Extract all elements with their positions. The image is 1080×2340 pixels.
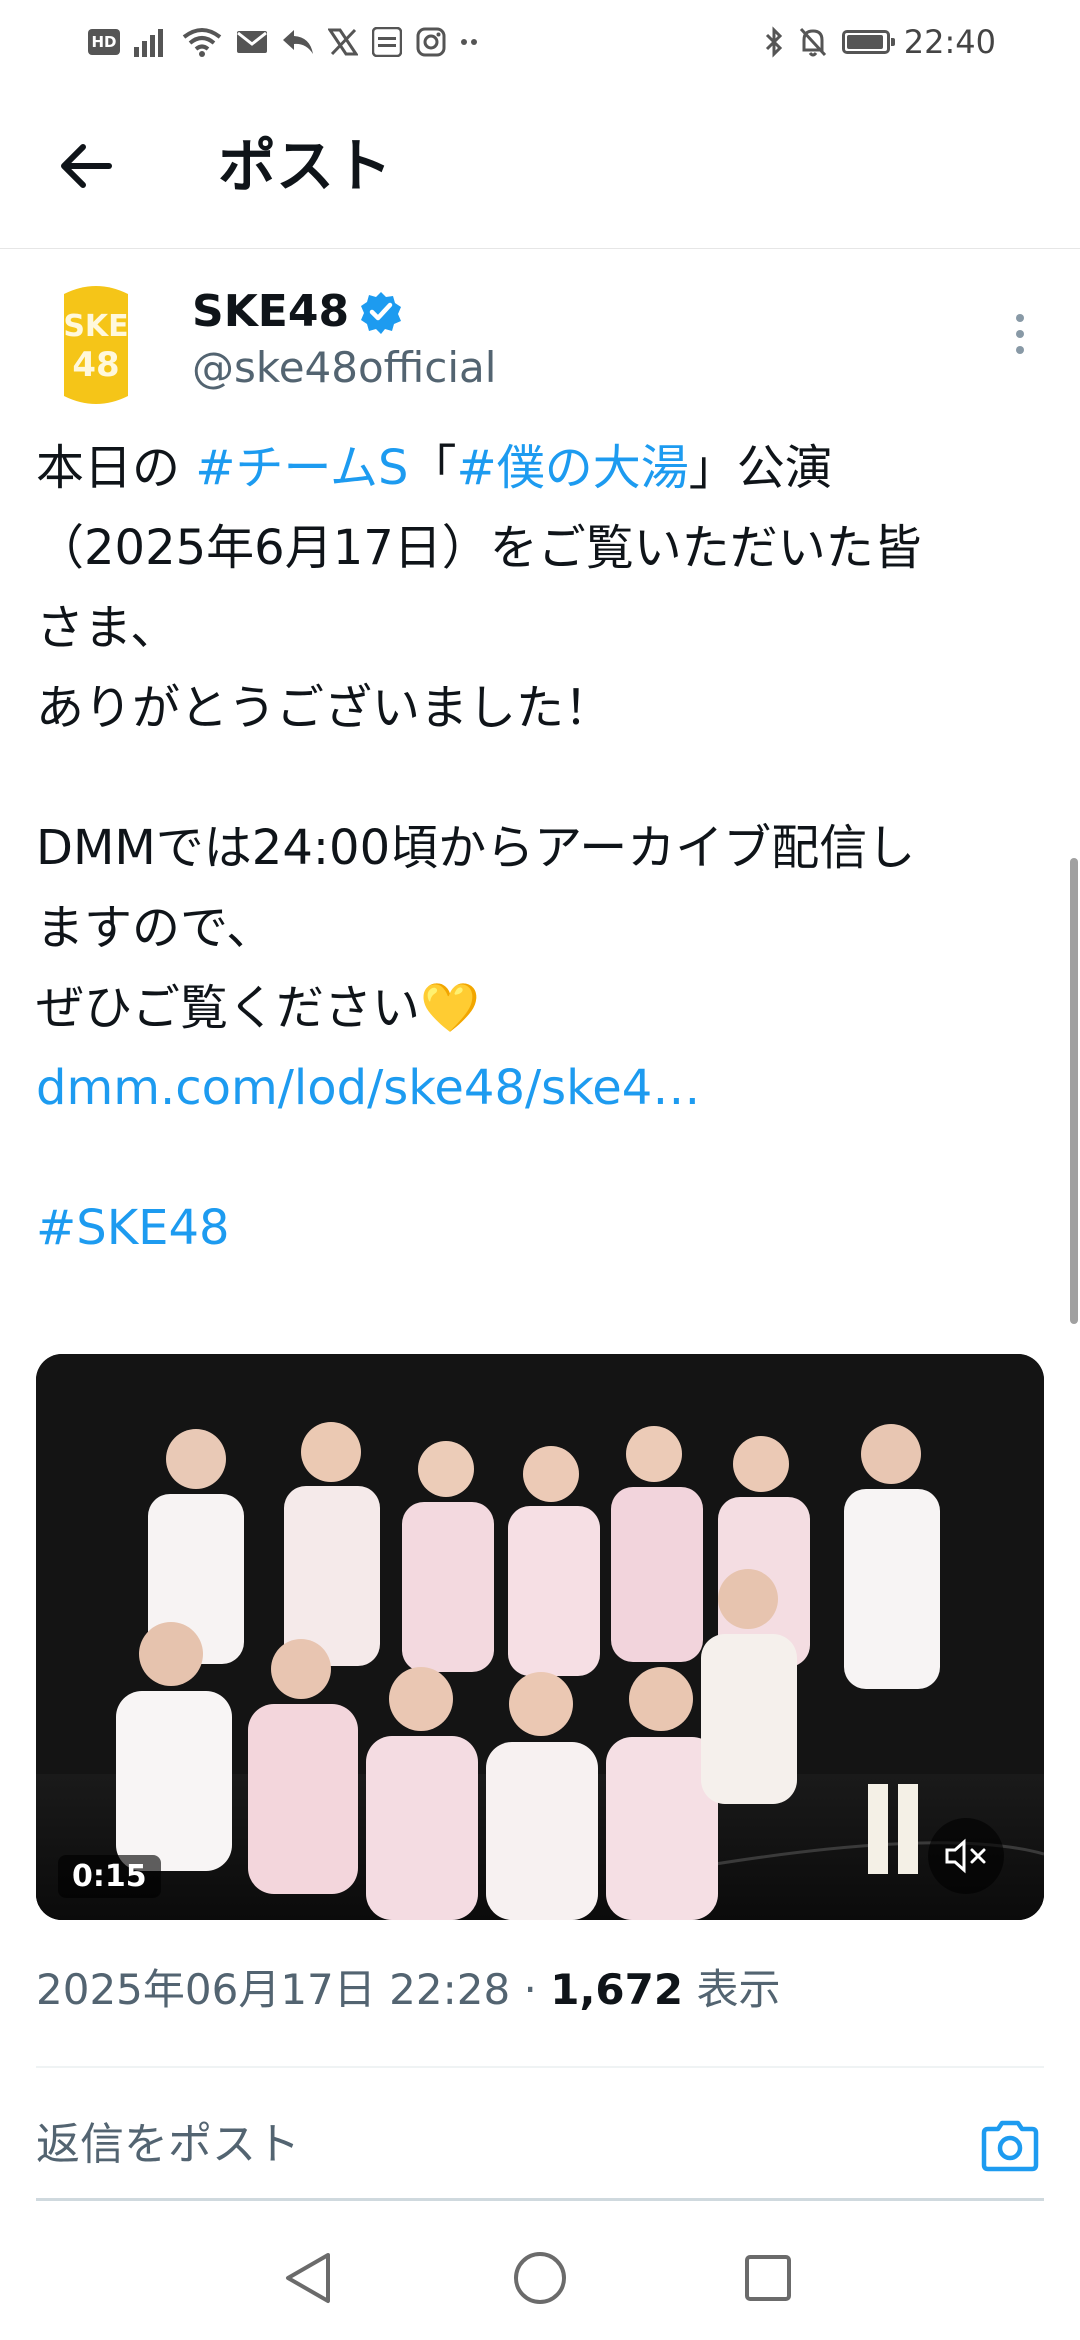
camera-button[interactable]: [976, 2112, 1044, 2180]
bluetooth-icon: [764, 26, 784, 58]
status-bar: HD 22:40: [0, 0, 1080, 84]
reply-icon: [282, 28, 314, 56]
tweet-line: ぜひご覧ください💛: [36, 980, 480, 1036]
hashtag-ske48[interactable]: #SKE48: [36, 1188, 1046, 1268]
svg-text:SKE: SKE: [63, 309, 128, 344]
video-thumbnail: [36, 1354, 1044, 1920]
tweet-line: ありがとうございました！: [36, 680, 613, 736]
reply-input[interactable]: 返信をポスト: [36, 2110, 300, 2180]
square-recents-icon: [745, 2255, 791, 2301]
view-count: 1,672: [550, 1965, 684, 2014]
text-span: 本日の: [36, 440, 196, 496]
author-handle[interactable]: @ske48official: [192, 338, 496, 398]
video-player[interactable]: 0:15: [36, 1354, 1044, 1920]
nav-home-button[interactable]: [500, 2238, 580, 2318]
more-vertical-icon-dot: [1016, 330, 1024, 338]
more-vertical-icon-dot: [1016, 314, 1024, 322]
top-app-bar: ポスト: [0, 84, 1080, 249]
page-title: ポスト: [218, 132, 393, 200]
status-time: 22:40: [903, 23, 996, 61]
mute-toggle-button[interactable]: [928, 1818, 1004, 1894]
wifi-icon: [182, 27, 222, 57]
instagram-icon: [416, 27, 446, 57]
tweet-line: ますので、: [36, 900, 275, 956]
system-nav-bar: [0, 2210, 1080, 2340]
mail-icon: [236, 29, 268, 55]
bell-off-icon: [798, 26, 828, 58]
avatar[interactable]: SKE 48: [56, 284, 136, 406]
verified-badge-icon: [361, 292, 402, 334]
author-name[interactable]: SKE48: [192, 282, 403, 342]
back-button[interactable]: [50, 130, 122, 202]
tweet-line: DMMでは24:00頃からアーカイブ配信し: [36, 820, 916, 876]
tweet-text: 本日の #チームS「#僕の大湯」公演 （2025年6月17日）をご覧いただいた皆…: [36, 428, 1046, 1268]
tweet-link[interactable]: dmm.com/lod/ske48/ske4…: [36, 1048, 1046, 1128]
nav-back-button[interactable]: [268, 2238, 348, 2318]
tweet-meta: 2025年06月17日 22:28 · 1,672 表示: [36, 1960, 780, 2020]
tweet-line: （2025年6月17日）をご覧いただいた皆: [36, 520, 922, 576]
hd-badge: HD: [88, 29, 120, 55]
hashtag-team-s[interactable]: #チームS: [195, 440, 408, 496]
volume-muted-icon: [945, 1838, 986, 1874]
camera-icon: [981, 2120, 1039, 2172]
signal-icon: [134, 27, 168, 57]
status-bar-left: HD: [88, 22, 478, 62]
text-span: 「: [408, 440, 457, 496]
hashtag-boku-no-taito[interactable]: #僕の大湯: [457, 440, 689, 496]
author-name-text: SKE48: [192, 286, 350, 337]
scrollbar[interactable]: [1070, 858, 1078, 1324]
reply-underline: [36, 2198, 1044, 2201]
x-icon: [328, 28, 358, 56]
view-count-label: 表示: [683, 1965, 781, 2014]
battery-icon: [841, 30, 895, 54]
tweet-timestamp[interactable]: 2025年06月17日 22:28: [36, 1965, 510, 2014]
more-vertical-icon-dot: [1016, 346, 1024, 354]
more-options-button[interactable]: [996, 306, 1044, 362]
status-bar-right: 22:40: [764, 20, 996, 64]
circle-home-icon: [514, 2252, 566, 2304]
tweet-line: 本日の #チームS「#僕の大湯」公演: [36, 428, 1046, 508]
text-span: 」公演: [688, 440, 833, 496]
nav-recents-button[interactable]: [728, 2238, 808, 2318]
video-duration: 0:15: [58, 1855, 161, 1898]
meta-separator: ·: [510, 1965, 551, 2014]
more-dots-icon: [460, 37, 478, 47]
svg-text:48: 48: [72, 345, 119, 385]
divider: [36, 2066, 1044, 2068]
tweet-line: さま、: [36, 600, 179, 656]
showroom-icon: [372, 27, 402, 57]
triangle-back-icon: [286, 2253, 330, 2303]
arrow-left-icon: [61, 144, 112, 188]
